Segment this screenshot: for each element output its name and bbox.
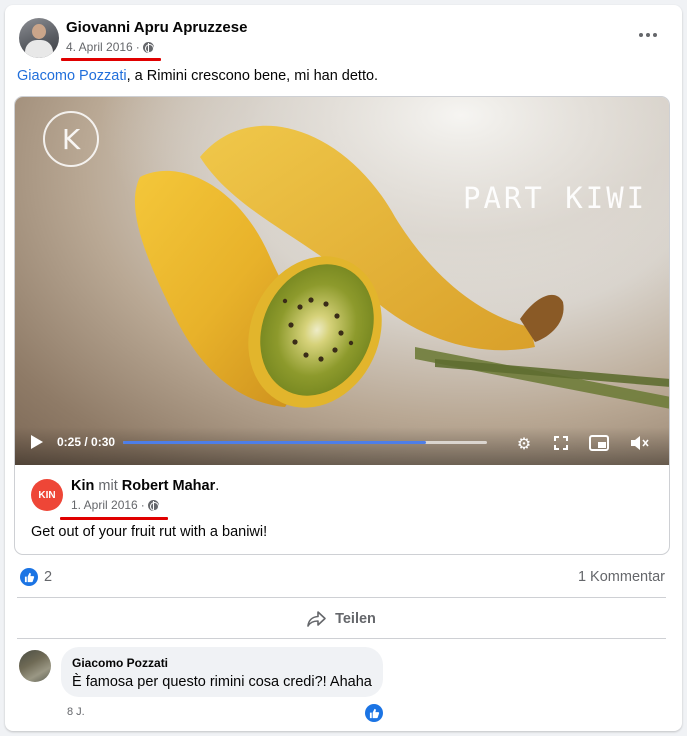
video-controls: 0:25 / 0:30 ⚙ — [15, 427, 669, 465]
page-name[interactable]: Kin — [71, 478, 94, 494]
video-overlay-text: PART KIWI — [463, 181, 648, 215]
shared-post[interactable]: K PART KIWI 0:25 / 0:30 ⚙ KIN Kin mit Ro… — [14, 96, 670, 555]
with-name[interactable]: Robert Mahar — [122, 478, 215, 494]
fullscreen-icon[interactable] — [550, 433, 572, 453]
globe-icon — [142, 41, 154, 53]
comment-bubble: Giacomo Pozzati È famosa per questo rimi… — [61, 647, 383, 697]
picture-in-picture-icon[interactable] — [588, 433, 610, 453]
divider — [17, 597, 666, 598]
post-date: 4. April 2016 · — [66, 40, 154, 54]
period: . — [215, 478, 220, 494]
video-progress-bar[interactable] — [123, 441, 487, 444]
red-underline-annotation — [61, 58, 161, 61]
comments-count[interactable]: 1 Kommentar — [578, 569, 665, 585]
comment-time[interactable]: 8 J. — [67, 706, 85, 718]
play-icon[interactable] — [31, 435, 43, 449]
date-separator: · — [135, 40, 140, 54]
thumbs-up-icon[interactable] — [365, 704, 383, 722]
video-progress-fill — [123, 441, 427, 444]
thumbs-up-icon[interactable] — [20, 568, 38, 586]
date-separator: · — [140, 498, 145, 512]
red-underline-annotation — [60, 517, 168, 520]
more-options-button[interactable] — [633, 25, 663, 45]
share-arrow-icon — [307, 611, 326, 627]
shared-date: 1. April 2016 · — [71, 498, 159, 512]
settings-icon[interactable]: ⚙ — [513, 433, 535, 453]
author-avatar[interactable] — [19, 18, 59, 58]
video-player[interactable]: K PART KIWI 0:25 / 0:30 ⚙ — [15, 97, 669, 465]
more-horizontal-icon — [639, 33, 643, 37]
shared-text: Get out of your fruit rut with a baniwi! — [31, 524, 268, 540]
post-timestamp[interactable]: 4. April 2016 — [66, 40, 133, 54]
divider — [17, 638, 666, 639]
shared-timestamp[interactable]: 1. April 2016 — [71, 498, 138, 512]
page-avatar[interactable]: KIN — [31, 479, 63, 511]
brand-logo: K — [43, 111, 99, 167]
post-card: Giovanni Apru Apruzzese 4. April 2016 · … — [5, 5, 682, 731]
commenter-avatar[interactable] — [19, 650, 51, 682]
post-text-rest: , a Rimini crescono bene, mi han detto. — [126, 68, 379, 84]
comment-text: È famosa per questo rimini cosa credi?! … — [72, 674, 372, 690]
video-frame-artwork — [15, 97, 669, 465]
shared-author-line: Kin mit Robert Mahar. — [71, 478, 219, 494]
likes-count[interactable]: 2 — [44, 569, 52, 585]
post-text: Giacomo Pozzati, a Rimini crescono bene,… — [17, 68, 378, 84]
video-time: 0:25 / 0:30 — [57, 435, 116, 449]
share-button[interactable]: Teilen — [17, 602, 666, 636]
tagged-user-link[interactable]: Giacomo Pozzati — [17, 68, 127, 84]
comment-author[interactable]: Giacomo Pozzati — [72, 656, 168, 670]
author-name[interactable]: Giovanni Apru Apruzzese — [66, 19, 247, 36]
globe-icon — [147, 499, 159, 511]
share-label: Teilen — [335, 611, 376, 627]
mute-icon[interactable] — [628, 433, 650, 453]
with-word: mit — [98, 478, 118, 494]
